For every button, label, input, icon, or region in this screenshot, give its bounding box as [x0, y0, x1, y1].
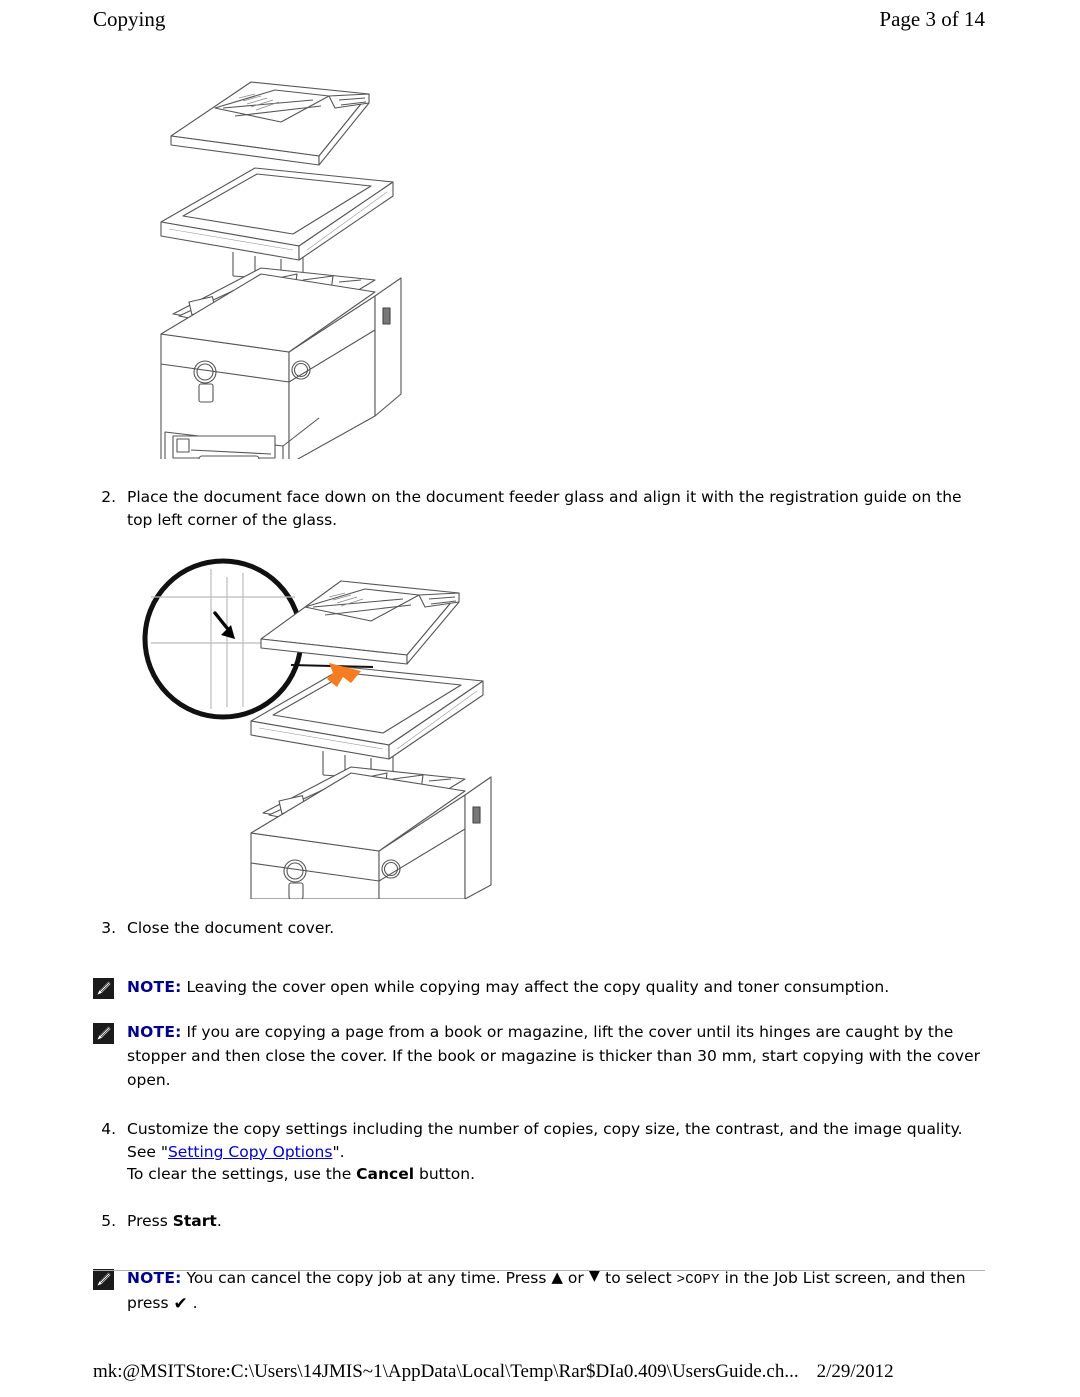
note-1-text: Leaving the cover open while copying may…	[181, 977, 890, 996]
down-arrow-icon: ▼	[588, 1265, 601, 1284]
section-title: Copying	[93, 6, 166, 31]
step-3-number: 3.	[101, 919, 116, 938]
note-1-body: NOTE: Leaving the cover open while copyi…	[127, 976, 985, 1000]
note-2: NOTE: If you are copying a page from a b…	[93, 1021, 985, 1092]
note-pencil-icon	[93, 1023, 114, 1045]
step-4-line2-pre: To clear the settings, use the	[127, 1165, 357, 1184]
page-footer: mk:@MSITStore:C:\Users\14JMIS~1\AppData\…	[93, 1361, 985, 1383]
step-2: 2. Place the document face down on the d…	[93, 486, 985, 531]
step-4-after-link: ".	[332, 1142, 345, 1161]
note-3-seg-2: or	[562, 1268, 589, 1287]
step-2-text: Place the document face down on the docu…	[127, 488, 962, 529]
setting-copy-options-link[interactable]: Setting Copy Options	[168, 1143, 332, 1161]
note-2-text: If you are copying a page from a book or…	[127, 1023, 980, 1089]
printer-registration-guide-figure-svg	[142, 558, 492, 900]
note-3-label: NOTE:	[127, 1268, 182, 1287]
note-pencil-icon	[93, 1268, 114, 1290]
footer-print-date: 2/29/2012	[816, 1361, 894, 1382]
step-5-pre: Press	[127, 1211, 173, 1230]
start-button-keyword: Start	[172, 1211, 217, 1230]
step-4-number: 4.	[101, 1120, 116, 1139]
note-2-body: NOTE: If you are copying a page from a b…	[127, 1021, 985, 1092]
document-content: 2. Place the document face down on the d…	[93, 46, 985, 1317]
step-3-text: Close the document cover.	[127, 919, 335, 938]
note-1-label: NOTE:	[127, 977, 182, 996]
step-5: 5. Press Start.	[93, 1210, 985, 1233]
printer-cover-open-illustration	[93, 64, 985, 464]
step-4-line-2: To clear the settings, use the Cancel bu…	[127, 1163, 985, 1186]
printer-registration-guide-illustration	[93, 547, 985, 907]
page-header: Copying Page 3 of 14	[93, 4, 985, 34]
cancel-button-keyword: Cancel	[356, 1165, 415, 1184]
note-3-seg-1: You can cancel the copy job at any time.…	[181, 1268, 552, 1287]
note-1: NOTE: Leaving the cover open while copyi…	[93, 976, 985, 1000]
note-3: NOTE: You can cancel the copy job at any…	[93, 1265, 985, 1317]
step-5-body: Press Start.	[127, 1210, 985, 1233]
footer-source-path: mk:@MSITStore:C:\Users\14JMIS~1\AppData\…	[93, 1361, 799, 1382]
step-4: 4. Customize the copy settings including…	[93, 1118, 985, 1186]
printer-cover-open-figure-svg	[160, 81, 402, 459]
step-4-line2-post: button.	[414, 1165, 476, 1184]
step-5-post: .	[216, 1211, 222, 1230]
step-4-body: Customize the copy settings including th…	[127, 1118, 985, 1186]
checkmark-icon: ✔	[173, 1293, 188, 1314]
up-arrow-icon: ▲	[551, 1267, 563, 1286]
page-indicator: Page 3 of 14	[879, 6, 985, 31]
copy-job-token: >COPY	[676, 1271, 720, 1288]
step-3: 3. Close the document cover.	[93, 917, 985, 940]
step-4-line-1: Customize the copy settings including th…	[127, 1118, 985, 1163]
note-3-seg-5: .	[187, 1293, 198, 1312]
note-2-label: NOTE:	[127, 1023, 182, 1042]
step-2-number: 2.	[101, 488, 116, 506]
note-3-body: NOTE: You can cancel the copy job at any…	[127, 1265, 985, 1317]
note-pencil-icon	[93, 977, 114, 999]
note-3-seg-3: to select	[600, 1268, 677, 1287]
step-5-number: 5.	[101, 1211, 116, 1230]
footer-divider	[93, 1270, 985, 1271]
